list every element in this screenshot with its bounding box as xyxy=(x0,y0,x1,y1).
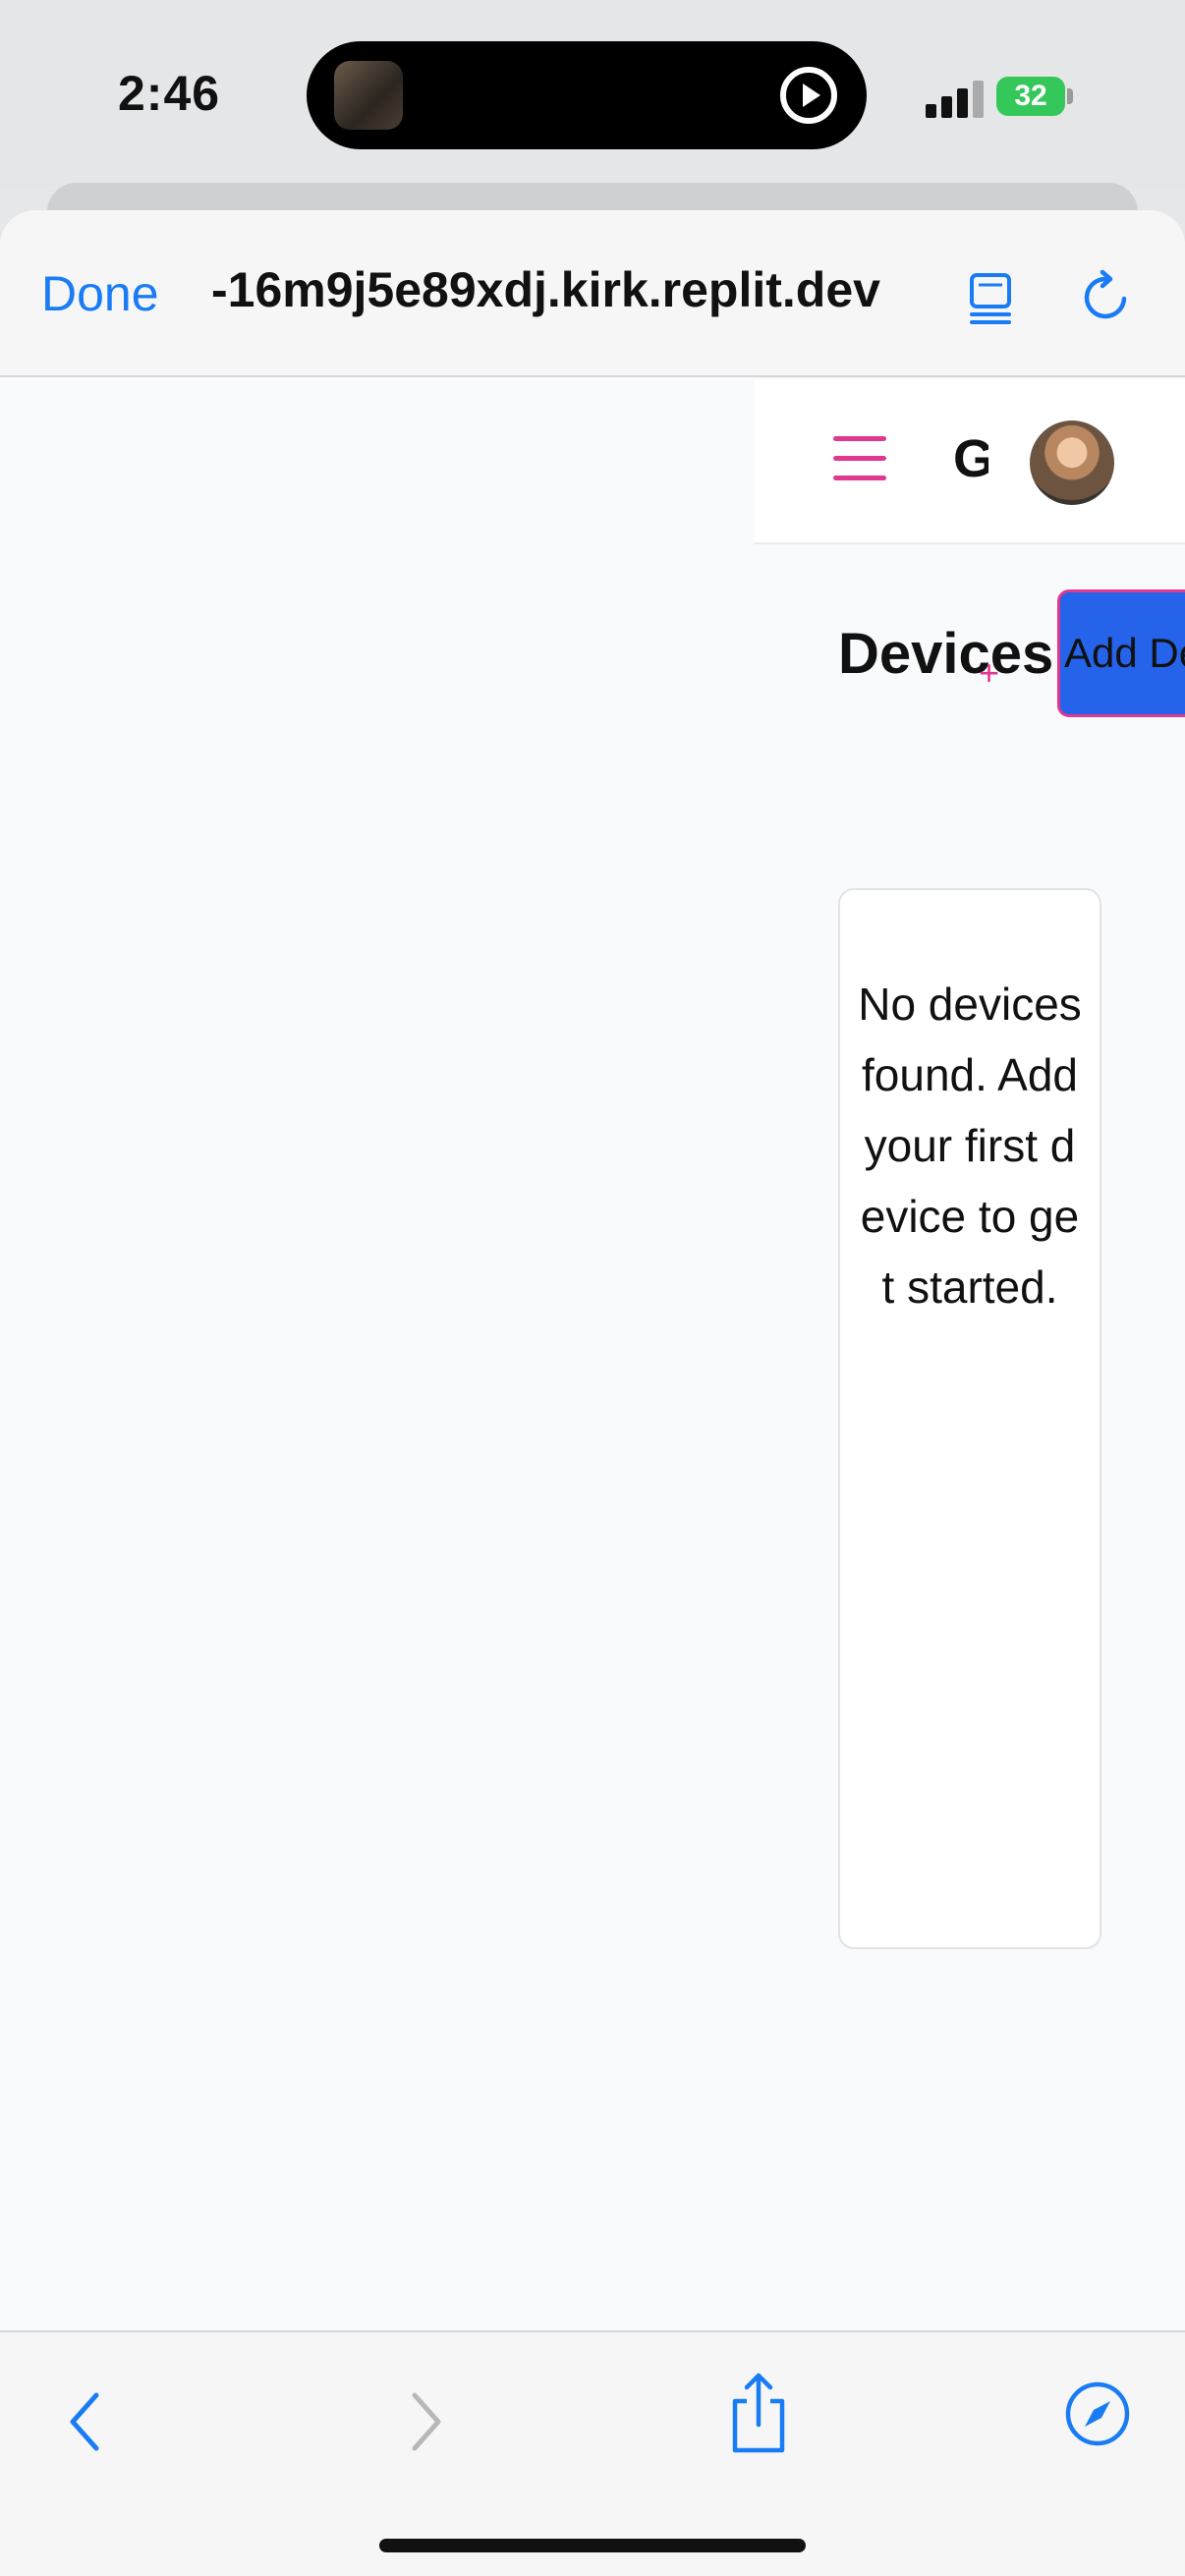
signal-icon xyxy=(926,81,985,118)
battery-icon: 32 xyxy=(996,77,1065,116)
battery-tip xyxy=(1067,88,1073,104)
url-field[interactable]: -16m9j5e89xdj.kirk.replit.dev xyxy=(211,261,938,318)
dynamic-island[interactable] xyxy=(307,41,867,149)
status-time: 2:46 xyxy=(118,66,221,121)
reload-icon[interactable] xyxy=(1079,269,1134,324)
page-title: Devices xyxy=(838,622,1054,686)
add-device-button[interactable]: Add De xyxy=(1057,589,1185,717)
done-button[interactable]: Done xyxy=(41,265,159,322)
back-icon[interactable] xyxy=(63,2387,108,2456)
play-icon xyxy=(780,67,837,124)
brand-logo[interactable]: G xyxy=(953,428,988,489)
home-indicator[interactable] xyxy=(379,2539,806,2552)
web-viewport[interactable]: G Devices + Add De No devices found. Add… xyxy=(0,379,1185,2330)
share-icon[interactable] xyxy=(727,2372,790,2456)
hamburger-menu-icon[interactable] xyxy=(833,436,886,480)
avatar[interactable] xyxy=(1030,420,1114,505)
plus-icon: + xyxy=(979,652,1000,693)
browser-sheet: Done -16m9j5e89xdj.kirk.replit.dev G Dev… xyxy=(0,210,1185,2576)
now-playing-icon xyxy=(334,61,403,130)
status-bar: 2:46 32 xyxy=(0,0,1185,187)
empty-state-card: No devices found. Add your first device … xyxy=(838,888,1101,1949)
forward-icon[interactable] xyxy=(403,2387,448,2456)
battery-level: 32 xyxy=(1014,80,1047,112)
empty-state-message: No devices found. Add your first device … xyxy=(858,979,1082,1313)
browser-top-bar: Done -16m9j5e89xdj.kirk.replit.dev xyxy=(0,210,1185,377)
compass-icon[interactable] xyxy=(1063,2380,1132,2448)
app-header: G xyxy=(755,379,1185,544)
reader-icon[interactable] xyxy=(969,271,1012,324)
